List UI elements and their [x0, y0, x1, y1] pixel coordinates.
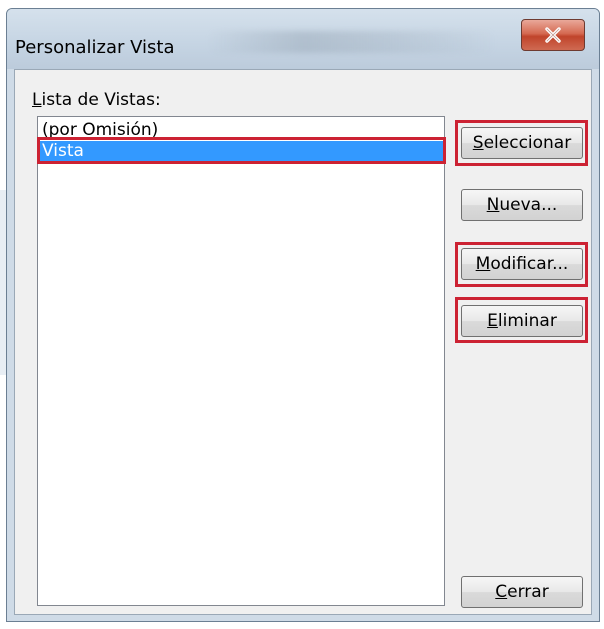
modify-button[interactable]: Modificar...: [461, 248, 583, 280]
close-button[interactable]: Cerrar: [461, 576, 583, 608]
close-accelerator: C: [495, 582, 508, 602]
modify-button-label: Modificar...: [476, 254, 569, 274]
new-button[interactable]: Nueva...: [461, 189, 583, 221]
list-of-views-label: Lista de Vistas:: [32, 90, 161, 110]
delete-label-text: liminar: [497, 311, 557, 331]
new-button-label: Nueva...: [487, 195, 558, 215]
close-label-text: errar: [507, 582, 549, 602]
close-x-icon: [545, 27, 561, 43]
blurred-background-tabs: [207, 31, 497, 53]
title-bar[interactable]: Personalizar Vista: [7, 9, 599, 69]
modify-label-text: odificar...: [490, 254, 569, 274]
select-button[interactable]: Seleccionar: [461, 127, 583, 159]
close-button-label: Cerrar: [495, 582, 548, 602]
window-title: Personalizar Vista: [15, 37, 175, 58]
select-accelerator: S: [472, 133, 484, 153]
page: Personalizar Vista Lista de Vistas: (por…: [0, 0, 604, 629]
list-item-vista[interactable]: Vista: [39, 141, 443, 162]
delete-accelerator: E: [487, 311, 498, 331]
personalizar-vista-dialog: Personalizar Vista Lista de Vistas: (por…: [6, 8, 600, 622]
views-listbox[interactable]: (por Omisión) Vista: [37, 116, 445, 606]
modify-accelerator: M: [475, 254, 491, 274]
new-accelerator: N: [486, 195, 500, 215]
list-item-por-omision[interactable]: (por Omisión): [39, 120, 443, 141]
select-button-label: Seleccionar: [473, 133, 571, 153]
dialog-client-area: Lista de Vistas: (por Omisión) Vista Sel…: [14, 69, 592, 615]
delete-button[interactable]: Eliminar: [461, 305, 583, 337]
select-label-text: eleccionar: [483, 133, 572, 153]
close-window-button[interactable]: [521, 19, 585, 51]
list-label-text: ista de Vistas:: [41, 90, 161, 110]
delete-button-label: Eliminar: [487, 311, 557, 331]
new-label-text: ueva...: [499, 195, 558, 215]
